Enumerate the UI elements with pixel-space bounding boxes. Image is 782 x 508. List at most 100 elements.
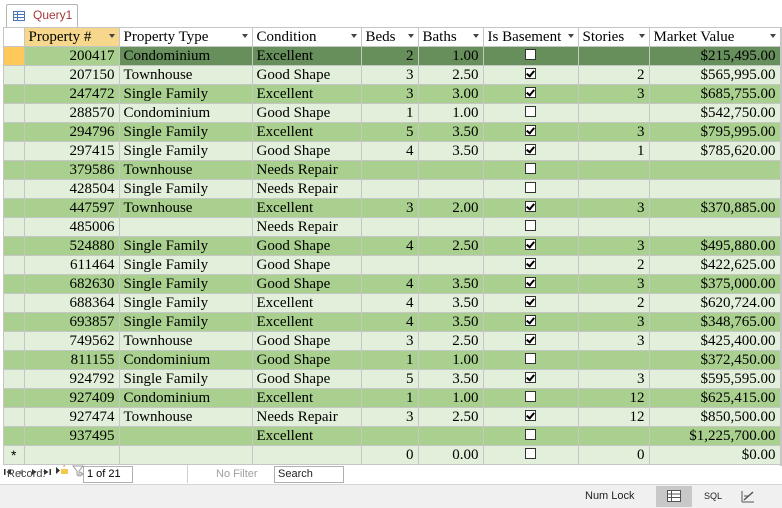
cell-property-number[interactable]: 611464 <box>24 255 120 275</box>
cell-stories[interactable]: 3 <box>578 236 650 256</box>
cell-condition[interactable]: Excellent <box>252 426 362 446</box>
table-row[interactable]: 447597 Townhouse Excellent 3 2.00 3 $370,885.0… <box>4 198 781 218</box>
cell-is-basement[interactable] <box>483 426 579 446</box>
record-selector[interactable] <box>4 369 25 389</box>
cell-is-basement[interactable] <box>483 407 579 427</box>
cell-baths[interactable] <box>418 217 484 237</box>
cell-stories[interactable] <box>578 426 650 446</box>
cell-market-value[interactable]: $620,724.00 <box>649 293 781 313</box>
sql-view-button[interactable]: SQL <box>693 486 729 507</box>
cell-condition[interactable] <box>252 445 362 465</box>
cell-baths[interactable]: 3.50 <box>418 369 484 389</box>
cell-property-type[interactable] <box>119 217 253 237</box>
cell-property-number[interactable]: 485006 <box>24 217 120 237</box>
cell-property-type[interactable]: Single Family <box>119 312 253 332</box>
cell-property-number[interactable]: 927474 <box>24 407 120 427</box>
cell-is-basement[interactable] <box>483 46 579 66</box>
cell-property-number[interactable]: 247472 <box>24 84 120 104</box>
cell-market-value[interactable]: $495,880.00 <box>649 236 781 256</box>
checkbox-checked[interactable] <box>525 200 536 212</box>
cell-beds[interactable] <box>361 426 419 446</box>
sort-arrow-icon[interactable] <box>567 34 574 38</box>
checkbox-checked[interactable] <box>525 409 536 421</box>
cell-stories[interactable]: 3 <box>578 198 650 218</box>
checkbox-checked[interactable] <box>525 238 536 250</box>
cell-property-type[interactable]: Condominium <box>119 388 253 408</box>
table-row[interactable]: 294796 Single Family Excellent 5 3.50 3 $795,9… <box>4 122 781 142</box>
record-selector[interactable] <box>4 236 25 256</box>
cell-beds[interactable]: 2 <box>361 46 419 66</box>
record-selector[interactable] <box>4 407 25 427</box>
cell-condition[interactable]: Excellent <box>252 312 362 332</box>
cell-property-type[interactable]: Condominium <box>119 350 253 370</box>
record-selector[interactable] <box>4 103 25 123</box>
record-selector[interactable] <box>4 65 25 85</box>
cell-baths[interactable]: 2.50 <box>418 331 484 351</box>
cell-baths[interactable]: 2.50 <box>418 236 484 256</box>
cell-property-number[interactable]: 693857 <box>24 312 120 332</box>
cell-baths[interactable]: 1.00 <box>418 46 484 66</box>
cell-condition[interactable]: Good Shape <box>252 255 362 275</box>
cell-condition[interactable]: Good Shape <box>252 350 362 370</box>
cell-stories[interactable] <box>578 160 650 180</box>
cell-condition[interactable]: Excellent <box>252 122 362 142</box>
datasheet-grid[interactable]: Property # Property Type Condition Beds … <box>3 27 782 466</box>
cell-is-basement[interactable] <box>483 84 579 104</box>
checkbox-unchecked[interactable] <box>525 447 536 459</box>
cell-property-number[interactable]: 927409 <box>24 388 120 408</box>
sort-arrow-icon[interactable] <box>350 34 357 38</box>
cell-stories[interactable]: 3 <box>578 84 650 104</box>
cell-property-number[interactable]: 688364 <box>24 293 120 313</box>
cell-property-type[interactable]: Townhouse <box>119 65 253 85</box>
column-header-stories[interactable]: Stories <box>578 28 650 47</box>
cell-market-value[interactable]: $372,450.00 <box>649 350 781 370</box>
current-record-box[interactable]: 1 of 21 <box>83 466 133 483</box>
cell-baths[interactable]: 3.50 <box>418 312 484 332</box>
cell-condition[interactable]: Good Shape <box>252 369 362 389</box>
cell-beds[interactable] <box>361 217 419 237</box>
checkbox-unchecked[interactable] <box>525 181 536 193</box>
cell-market-value[interactable] <box>649 160 781 180</box>
cell-is-basement[interactable] <box>483 141 579 161</box>
sort-arrow-icon[interactable] <box>638 34 645 38</box>
record-selector[interactable] <box>4 350 25 370</box>
cell-property-number[interactable]: 924792 <box>24 369 120 389</box>
cell-property-type[interactable]: Single Family <box>119 293 253 313</box>
cell-property-number[interactable] <box>24 445 120 465</box>
cell-is-basement[interactable] <box>483 198 579 218</box>
checkbox-unchecked[interactable] <box>525 428 536 440</box>
cell-baths[interactable] <box>418 160 484 180</box>
cell-is-basement[interactable] <box>483 103 579 123</box>
table-row[interactable]: 924792 Single Family Good Shape 5 3.50 3 $595,… <box>4 369 781 389</box>
column-header-property-number[interactable]: Property # <box>24 28 120 47</box>
cell-baths[interactable]: 1.00 <box>418 103 484 123</box>
table-row[interactable]: 693857 Single Family Excellent 4 3.50 3 $348,7… <box>4 312 781 332</box>
record-selector[interactable] <box>4 217 25 237</box>
cell-market-value[interactable]: $0.00 <box>649 445 781 465</box>
select-all-corner[interactable] <box>4 28 25 47</box>
no-filter-label[interactable]: No Filter <box>216 468 258 480</box>
table-row[interactable]: 207150 Townhouse Good Shape 3 2.50 2 $565,995.… <box>4 65 781 85</box>
cell-beds[interactable]: 4 <box>361 141 419 161</box>
column-header-property-type[interactable]: Property Type <box>119 28 253 47</box>
table-row[interactable]: 379586 Townhouse Needs Repair <box>4 160 781 180</box>
column-header-beds[interactable]: Beds <box>361 28 419 47</box>
record-selector[interactable] <box>4 84 25 104</box>
checkbox-unchecked[interactable] <box>525 390 536 402</box>
cell-market-value[interactable]: $685,755.00 <box>649 84 781 104</box>
cell-is-basement[interactable] <box>483 388 579 408</box>
cell-property-number[interactable]: 428504 <box>24 179 120 199</box>
cell-property-type[interactable]: Condominium <box>119 46 253 66</box>
cell-condition[interactable]: Good Shape <box>252 65 362 85</box>
cell-is-basement[interactable] <box>483 331 579 351</box>
cell-property-type[interactable]: Single Family <box>119 141 253 161</box>
cell-market-value[interactable]: $625,415.00 <box>649 388 781 408</box>
cell-is-basement[interactable] <box>483 255 579 275</box>
cell-property-number[interactable]: 379586 <box>24 160 120 180</box>
record-selector[interactable]: * <box>4 445 25 465</box>
cell-stories[interactable]: 0 <box>578 445 650 465</box>
record-selector[interactable] <box>4 388 25 408</box>
sort-arrow-icon[interactable] <box>769 34 776 38</box>
cell-market-value[interactable]: $850,500.00 <box>649 407 781 427</box>
table-row[interactable]: 611464 Single Family Good Shape 2 $422,625.0… <box>4 255 781 275</box>
